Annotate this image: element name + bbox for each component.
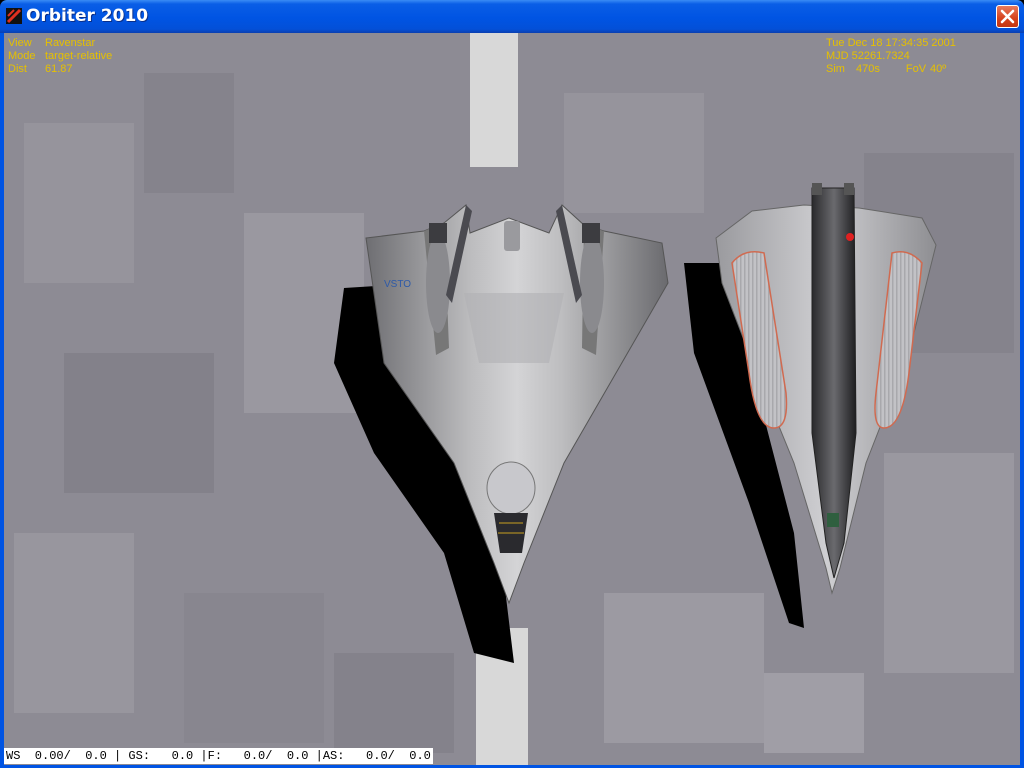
hud-left-panel: View Ravenstar Mode target-relative Dist… <box>8 37 112 76</box>
close-icon <box>1000 9 1015 24</box>
hud-view-row: View Ravenstar <box>8 37 112 50</box>
hud-mjd: MJD 52261.7324 <box>826 50 910 62</box>
hud-fov: FoV 40º <box>906 63 946 76</box>
scene-canvas: VSTO <box>4 33 1020 765</box>
close-button[interactable] <box>996 5 1019 28</box>
window-title: Orbiter 2010 <box>26 6 149 26</box>
hud-sim-value: 470s <box>856 63 880 75</box>
window-titlebar[interactable]: Orbiter 2010 <box>0 0 1024 33</box>
vehicle-decal: VSTO <box>384 279 411 290</box>
hud-dist-value: 61.87 <box>45 63 73 75</box>
flight-status-bar: WS 0.00/ 0.0 | GS: 0.0 |F: 0.0/ 0.0 |AS:… <box>4 748 433 764</box>
hud-sim-row: Sim 470s FoV 40º <box>826 63 956 76</box>
hud-view-label: View <box>8 37 32 49</box>
hud-date: Tue Dec 18 17:34:35 2001 <box>826 37 956 49</box>
hud-sim-label: Sim <box>826 63 845 75</box>
hud-view-value: Ravenstar <box>45 37 96 49</box>
hud-mode-label: Mode <box>8 50 36 62</box>
simulation-viewport[interactable]: VSTO View Ravenstar Mode target-relative… <box>4 33 1020 765</box>
hud-mode-value: target-relative <box>45 50 113 62</box>
hud-dist-row: Dist 61.87 <box>8 63 112 76</box>
hud-right-panel: Tue Dec 18 17:34:35 2001 MJD 52261.7324 … <box>826 37 956 76</box>
runway-stripe-top <box>470 33 518 167</box>
orbiter-app-icon <box>6 8 22 24</box>
target-marker <box>846 233 854 241</box>
hud-fov-label: FoV <box>905 63 927 75</box>
hud-fov-value: 40º <box>930 63 947 75</box>
hud-dist-label: Dist <box>8 63 27 75</box>
hud-mode-row: Mode target-relative <box>8 50 112 63</box>
window-frame-right <box>1020 33 1024 768</box>
